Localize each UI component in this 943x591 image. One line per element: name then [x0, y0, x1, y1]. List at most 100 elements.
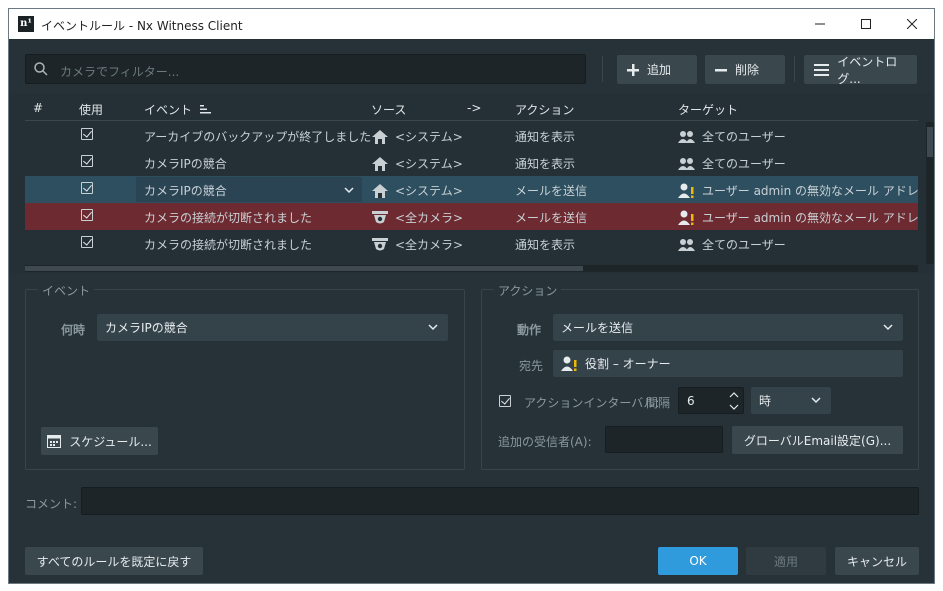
interval-unit-select[interactable]: 時 — [751, 387, 831, 414]
row-enabled-checkbox[interactable] — [81, 182, 93, 194]
row-source-text: <全カメラ> — [395, 238, 464, 252]
add-label: 追加 — [647, 63, 672, 77]
minus-icon — [715, 68, 727, 71]
chevron-down-icon — [883, 324, 893, 331]
user-warning-icon — [678, 210, 696, 225]
recipient-select[interactable]: 役割 – オーナー — [553, 350, 903, 377]
table-row[interactable]: カメラの接続が切断されました <全カメラ> 通知を表示 全てのユーザー — [25, 230, 918, 257]
user-warning-icon — [678, 183, 696, 198]
add-rule-button[interactable]: 追加 — [617, 55, 697, 84]
row-source: <全カメラ> — [371, 236, 463, 253]
row-action-text: 通知を表示 — [515, 130, 576, 144]
toolbar-divider — [602, 56, 603, 82]
row-source-text: <システム> — [395, 130, 463, 144]
table-row[interactable]: アーカイブのバックアップが終了しました <システム> 通知を表示 全てのユーザー — [25, 122, 918, 149]
camera-filter-input[interactable]: カメラでフィルター... — [25, 54, 586, 84]
delete-label: 削除 — [735, 63, 760, 77]
home-icon — [371, 156, 389, 171]
when-label: 何時 — [61, 323, 86, 337]
action-interval-checkbox[interactable] — [499, 395, 511, 407]
interval-label: 間隔 — [646, 396, 671, 410]
schedule-label: スケジュール... — [69, 434, 152, 449]
users-icon — [678, 130, 696, 144]
minimize-button[interactable] — [797, 9, 843, 39]
row-event-text: カメラIPの競合 — [144, 157, 227, 171]
row-action-text: 通知を表示 — [515, 157, 576, 171]
scrollbar-thumb[interactable] — [927, 127, 933, 157]
ok-button[interactable]: OK — [658, 547, 738, 575]
event-log-button[interactable]: イベントログ... — [804, 55, 917, 86]
table-row[interactable]: カメラIPの競合 <システム> 通知を表示 全てのユーザー — [25, 149, 918, 176]
rules-table: # 使用 イベント ソース -> アクション ターゲット アーカイブのバックアッ… — [25, 95, 918, 264]
row-enabled-checkbox[interactable] — [81, 155, 93, 167]
column-enabled[interactable]: 使用 — [79, 101, 103, 118]
event-group-title: イベント — [38, 282, 95, 299]
event-group: イベント 何時 カメラIPの競合 スケジュール... — [25, 282, 465, 470]
row-target: 全てのユーザー — [678, 155, 786, 172]
home-icon — [371, 183, 389, 198]
checkbox-checked-icon — [81, 209, 93, 221]
maximize-button[interactable] — [843, 9, 889, 39]
row-enabled-checkbox[interactable] — [81, 236, 93, 248]
schedule-button[interactable]: スケジュール... — [41, 427, 158, 455]
cancel-button[interactable]: キャンセル — [835, 547, 919, 575]
column-arrow: -> — [467, 101, 482, 115]
event-type-select[interactable]: カメラIPの競合 — [97, 314, 448, 341]
reset-rules-button[interactable]: すべてのルールを既定に戻す — [25, 547, 203, 575]
action-type-value: メールを送信 — [561, 321, 634, 335]
column-event[interactable]: イベント — [144, 101, 212, 118]
column-action[interactable]: アクション — [515, 101, 574, 118]
table-vertical-scrollbar[interactable] — [926, 122, 934, 264]
row-target: 全てのユーザー — [678, 128, 786, 145]
rule-details-panel: イベント 何時 カメラIPの競合 スケジュール... アクション 動作 メールを… — [9, 273, 934, 583]
row-target: ユーザー admin の無効なメール アドレス — [678, 209, 918, 226]
row-source: <システム> — [371, 182, 463, 199]
global-email-settings-button[interactable]: グローバルEmail設定(G)... — [732, 426, 903, 454]
column-number[interactable]: # — [33, 101, 43, 115]
interval-spinbox[interactable]: 6 — [678, 387, 744, 414]
app-logo-icon: n¹ — [18, 16, 34, 32]
delete-rule-button[interactable]: 削除 — [705, 55, 785, 84]
row-source-text: <システム> — [395, 157, 463, 171]
action-interval-label: アクションインターバル: — [524, 396, 660, 410]
row-enabled-checkbox[interactable] — [81, 209, 93, 221]
close-button[interactable] — [889, 9, 934, 39]
row-action: メールを送信 — [515, 209, 587, 226]
checkbox-checked-icon — [81, 236, 93, 248]
comment-label: コメント: — [25, 497, 78, 511]
chevron-down-icon — [428, 324, 438, 331]
row-source-text: <システム> — [395, 184, 463, 198]
row-action-text: メールを送信 — [515, 211, 588, 225]
home-icon — [371, 129, 389, 144]
row-action: 通知を表示 — [515, 155, 575, 172]
apply-label: 適用 — [773, 554, 798, 569]
table-row[interactable]: カメラの接続が切断されました <全カメラ> メールを送信 ユーザー admin の無効… — [25, 203, 918, 230]
table-horizontal-scrollbar[interactable] — [25, 265, 918, 272]
spin-arrows-icon — [729, 392, 739, 410]
row-action: 通知を表示 — [515, 128, 575, 145]
chevron-down-icon — [344, 187, 354, 194]
checkbox-checked-icon — [81, 182, 93, 194]
ok-label: OK — [689, 554, 707, 568]
toolbar-divider — [794, 56, 795, 82]
row-event: カメラの接続が切断されました — [144, 236, 312, 253]
recipient-value: 役割 – オーナー — [585, 357, 671, 371]
table-row[interactable]: カメラIPの競合 <システム> メールを送信 ユーザー admin の無効なメール ア… — [25, 176, 918, 203]
additional-recipients-input[interactable] — [605, 426, 723, 453]
list-icon — [814, 63, 830, 76]
column-target[interactable]: ターゲット — [678, 101, 738, 118]
comment-input[interactable] — [81, 487, 919, 515]
cancel-label: キャンセル — [846, 554, 907, 569]
apply-button[interactable]: 適用 — [746, 547, 826, 575]
row-event-text: カメラIPの競合 — [144, 184, 227, 198]
action-type-select[interactable]: メールを送信 — [553, 314, 903, 341]
row-target-text: ユーザー admin の無効なメール アドレス — [702, 211, 918, 225]
row-enabled-checkbox[interactable] — [81, 128, 93, 140]
recipient-label: 宛先 — [519, 359, 544, 373]
search-icon — [34, 62, 48, 76]
row-source: <全カメラ> — [371, 209, 463, 226]
checkbox-checked-icon — [81, 128, 93, 140]
interval-value: 6 — [687, 393, 695, 408]
column-source[interactable]: ソース — [371, 101, 406, 118]
scrollbar-thumb[interactable] — [25, 266, 583, 271]
